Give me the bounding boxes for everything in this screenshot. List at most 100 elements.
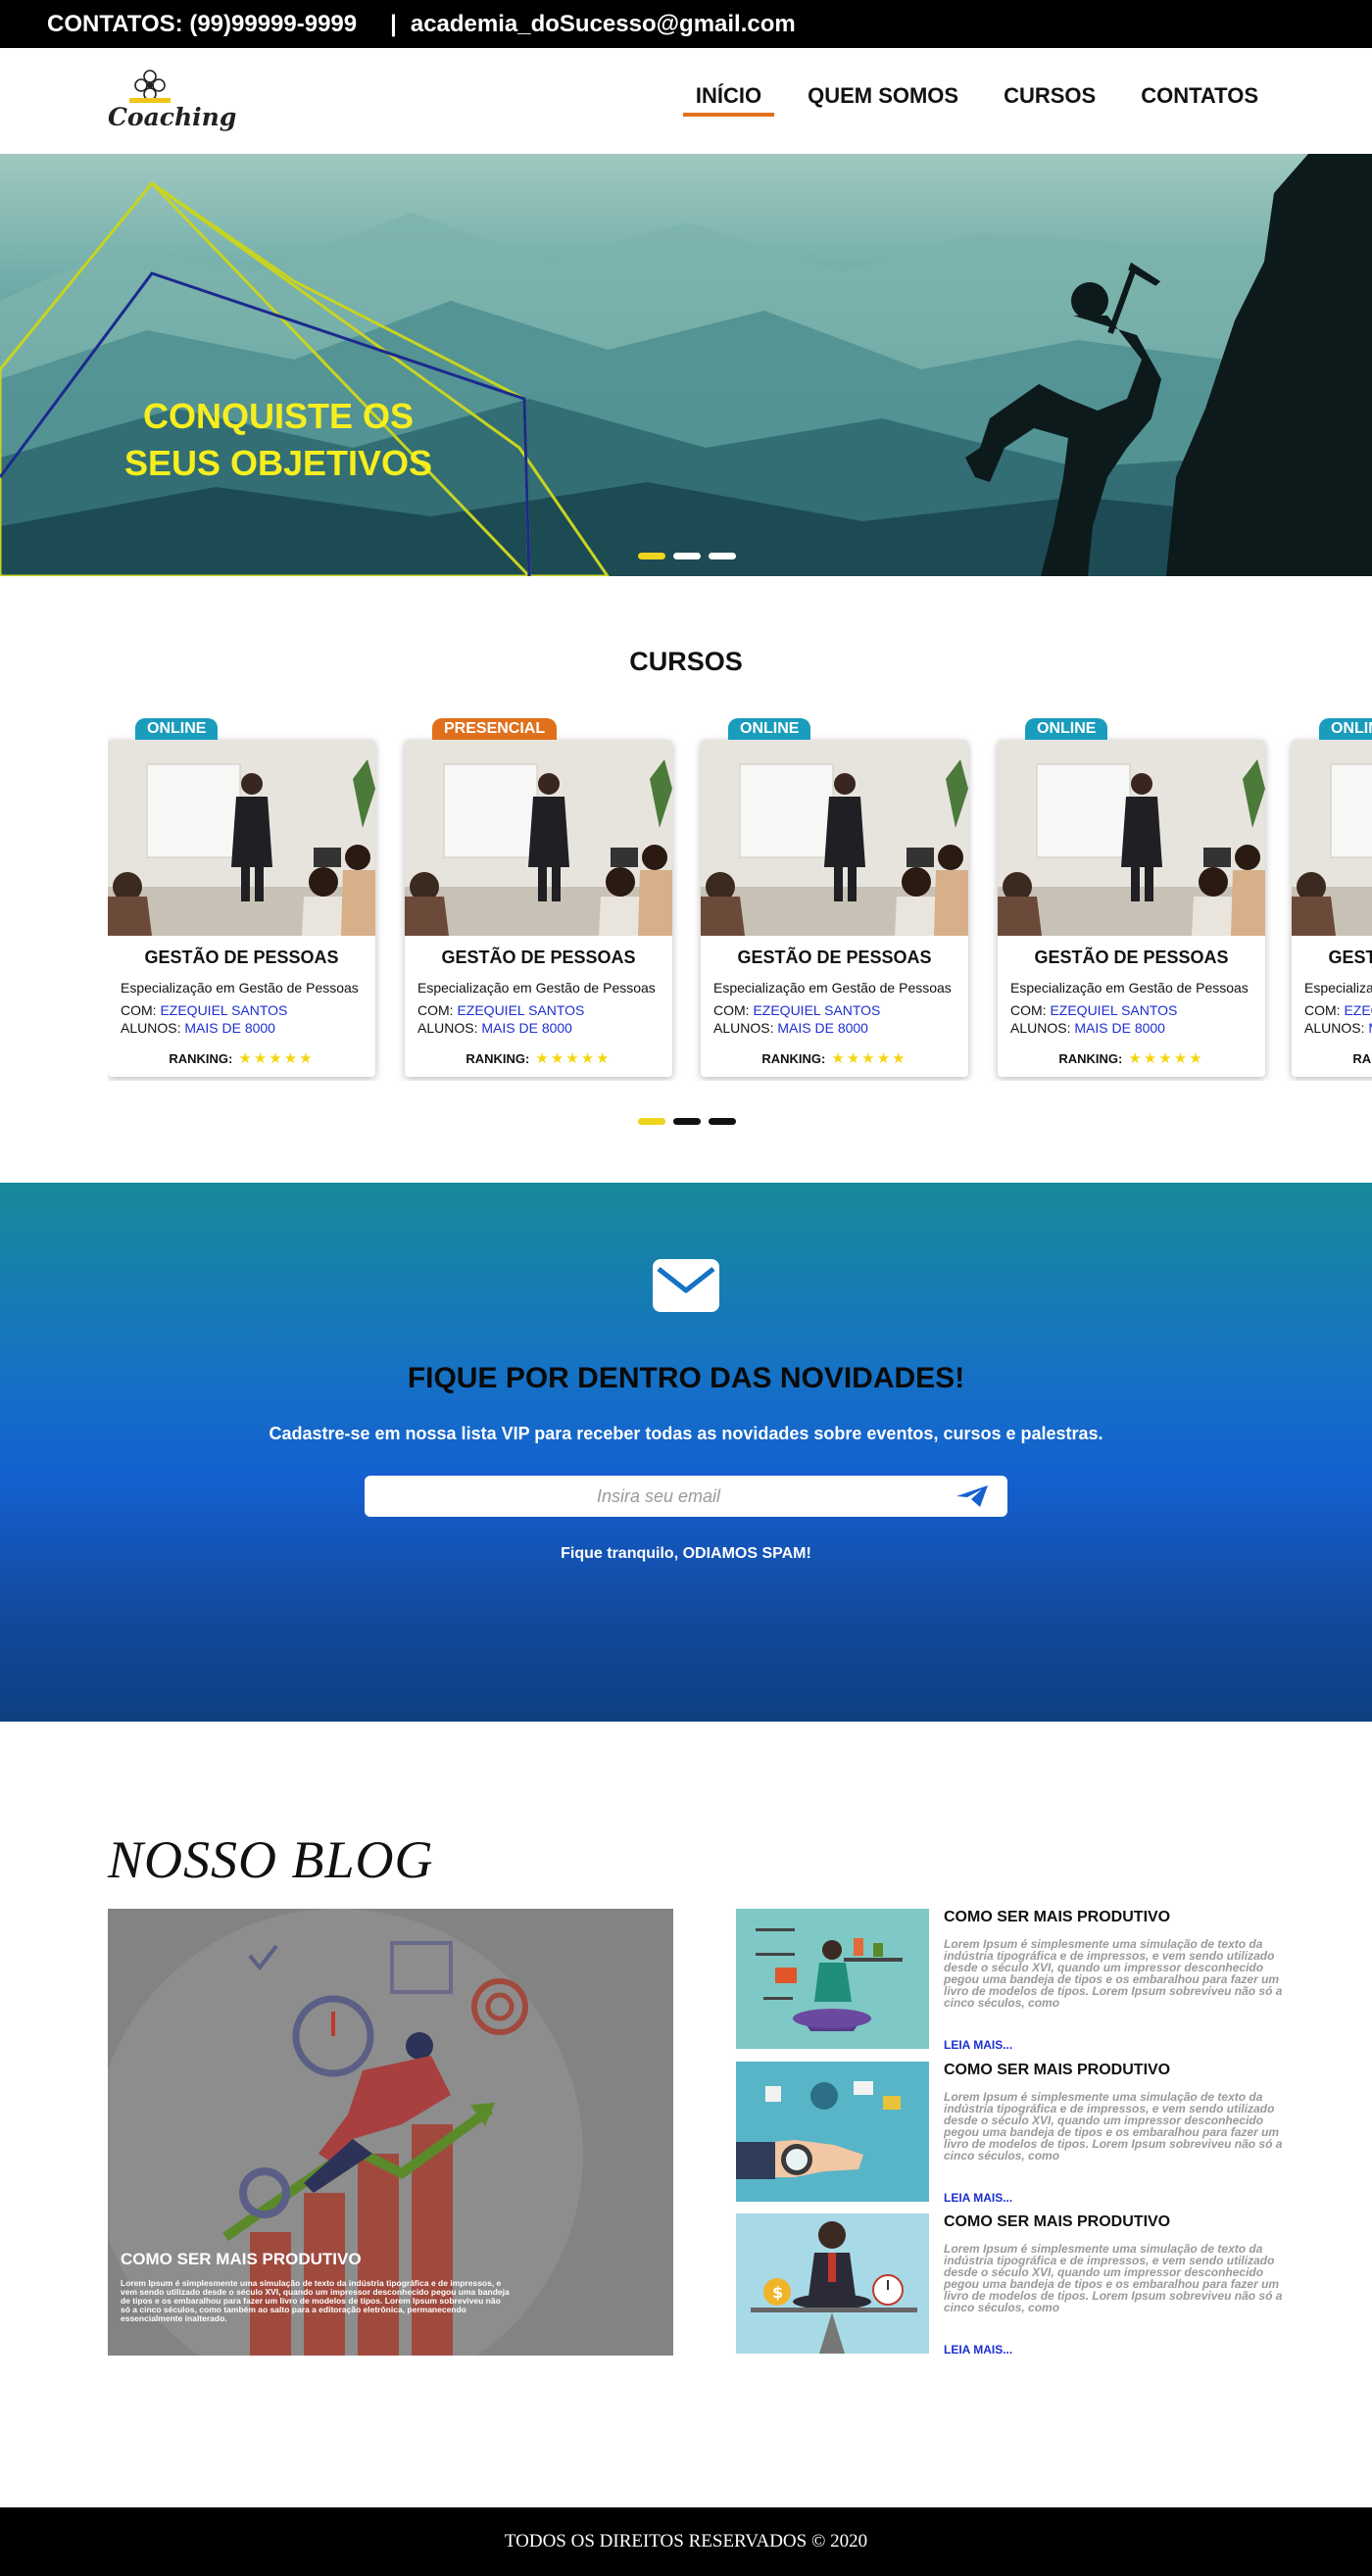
course-specialization: Especialização em Gestão de Pessoas [1010,980,1249,996]
course-photo [1292,740,1372,936]
teacher-name[interactable]: EZEQUIEL SANTOS [1050,1002,1177,1018]
post-thumbnail-watch-hand[interactable] [736,2062,929,2202]
students-label: ALUNOS: [417,1020,478,1036]
course-type-badge: PRESENCIAL [432,718,558,740]
course-teacher-row: COM: EZEQUIEL SANTOS [1304,1002,1372,1018]
featured-post-title: COMO SER MAIS PRODUTIVO [121,2250,362,2268]
post-title[interactable]: COMO SER MAIS PRODUTIVO [944,2213,1170,2231]
course-card[interactable]: ONLINE GESTÃO DE PESSOAS Especialização em… [1292,718,1372,1077]
course-students-row: ALUNOS: MAIS DE 8000 [713,1020,868,1036]
read-more-link[interactable]: LEIA MAIS... [944,2038,1012,2052]
blog-post-2: COMO SER MAIS PRODUTIVO Lorem Ipsum é si… [736,2062,1285,2205]
teacher-name[interactable]: EZEQUIEL SANTOS [457,1002,584,1018]
course-teacher-row: COM: EZEQUIEL SANTOS [121,1002,287,1018]
course-photo [998,740,1265,936]
course-ranking: RANKING:★★★★★ [1292,1049,1372,1067]
teacher-label: COM: [1304,1002,1341,1018]
post-title[interactable]: COMO SER MAIS PRODUTIVO [944,2062,1170,2079]
post-thumbnail-balance-business[interactable]: $ [736,2213,929,2354]
students-label: ALUNOS: [1010,1020,1071,1036]
coaching-logo[interactable]: Coaching [106,66,236,136]
course-name: GESTÃO DE PESSOAS [1034,948,1229,967]
courses-carousel: ONLINE GESTÃO DE PESSOAS Especialização em… [108,718,1372,1081]
course-type-badge: ONLINE [1025,718,1108,740]
read-more-link[interactable]: LEIA MAIS... [944,2343,1012,2357]
students-label: ALUNOS: [713,1020,774,1036]
courses-dot-3[interactable] [709,1118,736,1125]
hero-dot-1[interactable] [638,553,665,559]
ranking-label: RANKING: [169,1051,233,1066]
site-footer: TODOS OS DIREITOS RESERVADOS © 2020 [0,2507,1372,2576]
course-students-row: ALUNOS: MAIS DE 8000 [1304,1020,1372,1036]
students-count: MAIS DE 8000 [1074,1020,1165,1036]
course-name: GESTÃO DE PESSOAS [441,948,636,967]
course-specialization: Especialização em Gestão de Pessoas [713,980,952,996]
post-title[interactable]: COMO SER MAIS PRODUTIVO [944,1909,1170,1926]
read-more-link[interactable]: LEIA MAIS... [944,2191,1012,2205]
post-thumbnail-meditation-desk[interactable] [736,1909,929,2049]
teacher-label: COM: [713,1002,750,1018]
contacts-email[interactable]: academia_doSucesso@gmail.com [411,11,796,38]
courses-dot-2[interactable] [673,1118,701,1125]
course-photo [405,740,672,936]
course-name: GESTÃO DE PESSOAS [144,948,339,967]
students-count: MAIS DE 8000 [481,1020,572,1036]
newsletter-note: Fique tranquilo, ODIAMOS SPAM! [561,1545,811,1562]
site-header: Coaching INÍCIO QUEM SOMOS CURSOS CONTAT… [0,48,1372,154]
blog-featured-post[interactable]: COMO SER MAIS PRODUTIVO Lorem Ipsum é si… [108,1909,673,2356]
course-card[interactable]: ONLINE GESTÃO DE PESSOAS Especialização em… [998,718,1265,1077]
newsletter-email-input[interactable] [365,1476,953,1517]
blog-post-3: $ COMO SER MAIS PRODUTIVO Lorem Ipsum é … [736,2213,1285,2357]
course-specialization: Especialização em Gestão de Pessoas [1304,980,1372,996]
course-type-badge: ONLINE [728,718,811,740]
students-label: ALUNOS: [1304,1020,1365,1036]
course-teacher-row: COM: EZEQUIEL SANTOS [417,1002,584,1018]
blog-title: NOSSO BLOG [108,1830,434,1889]
course-students-row: ALUNOS: MAIS DE 8000 [1010,1020,1165,1036]
blog-post-1: COMO SER MAIS PRODUTIVO Lorem Ipsum é si… [736,1909,1285,2052]
hero-dot-3[interactable] [709,553,736,559]
ranking-label: RANKING: [761,1051,826,1066]
post-excerpt: Lorem Ipsum é simplesmente uma simulação… [944,1938,1283,2009]
nav-quem-somos[interactable]: QUEM SOMOS [796,83,970,109]
course-card[interactable]: ONLINE GESTÃO DE PESSOAS Especialização em… [108,718,375,1077]
main-nav: INÍCIO QUEM SOMOS CURSOS CONTATOS [682,83,1270,117]
nav-contatos[interactable]: CONTATOS [1129,83,1270,109]
paper-plane-icon[interactable] [953,1483,992,1509]
course-photo [108,740,375,936]
course-specialization: Especialização em Gestão de Pessoas [417,980,656,996]
star-rating-icons: ★★★★★ [831,1050,907,1067]
course-name: GESTÃO DE PESSOAS [1328,948,1372,967]
teacher-name[interactable]: EZEQUIEL SANTOS [160,1002,287,1018]
ranking-label: RANKING: [1352,1051,1372,1066]
top-contact-bar: CONTATOS: (99)99999-9999 | academia_doSu… [0,0,1372,48]
nav-inicio[interactable]: INÍCIO [682,83,775,117]
students-count: MAIS DE 8000 [184,1020,275,1036]
teacher-label: COM: [1010,1002,1047,1018]
newsletter-title: FIQUE POR DENTRO DAS NOVIDADES! [407,1362,965,1394]
course-students-row: ALUNOS: MAIS DE 8000 [417,1020,572,1036]
hero-dot-2[interactable] [673,553,701,559]
course-students-row: ALUNOS: MAIS DE 8000 [121,1020,275,1036]
students-label: ALUNOS: [121,1020,181,1036]
students-count: MAIS DE 8000 [1368,1020,1372,1036]
nav-cursos[interactable]: CURSOS [992,83,1107,109]
courses-page-dots [638,1118,736,1125]
logo-wordmark: Coaching [108,103,237,131]
course-ranking: RANKING:★★★★★ [998,1049,1265,1067]
course-card[interactable]: PRESENCIAL GESTÃO DE PESSOAS Especializaçã… [405,718,672,1077]
students-count: MAIS DE 8000 [777,1020,868,1036]
teacher-label: COM: [417,1002,454,1018]
newsletter-form [365,1476,1007,1517]
contacts-phone: CONTATOS: (99)99999-9999 [47,10,358,37]
teacher-name[interactable]: EZEQUIEL SANTOS [753,1002,880,1018]
star-rating-icons: ★★★★★ [1128,1050,1204,1067]
course-teacher-row: COM: EZEQUIEL SANTOS [1010,1002,1177,1018]
course-card[interactable]: ONLINE GESTÃO DE PESSOAS Especialização em… [701,718,968,1077]
course-photo [701,740,968,936]
contacts-separator: | [390,10,397,37]
teacher-name[interactable]: EZEQUIEL SANTOS [1344,1002,1372,1018]
newsletter-subtitle: Cadastre-se em nossa lista VIP para rece… [269,1424,1103,1443]
course-ranking: RANKING:★★★★★ [405,1049,672,1067]
courses-dot-1[interactable] [638,1118,665,1125]
